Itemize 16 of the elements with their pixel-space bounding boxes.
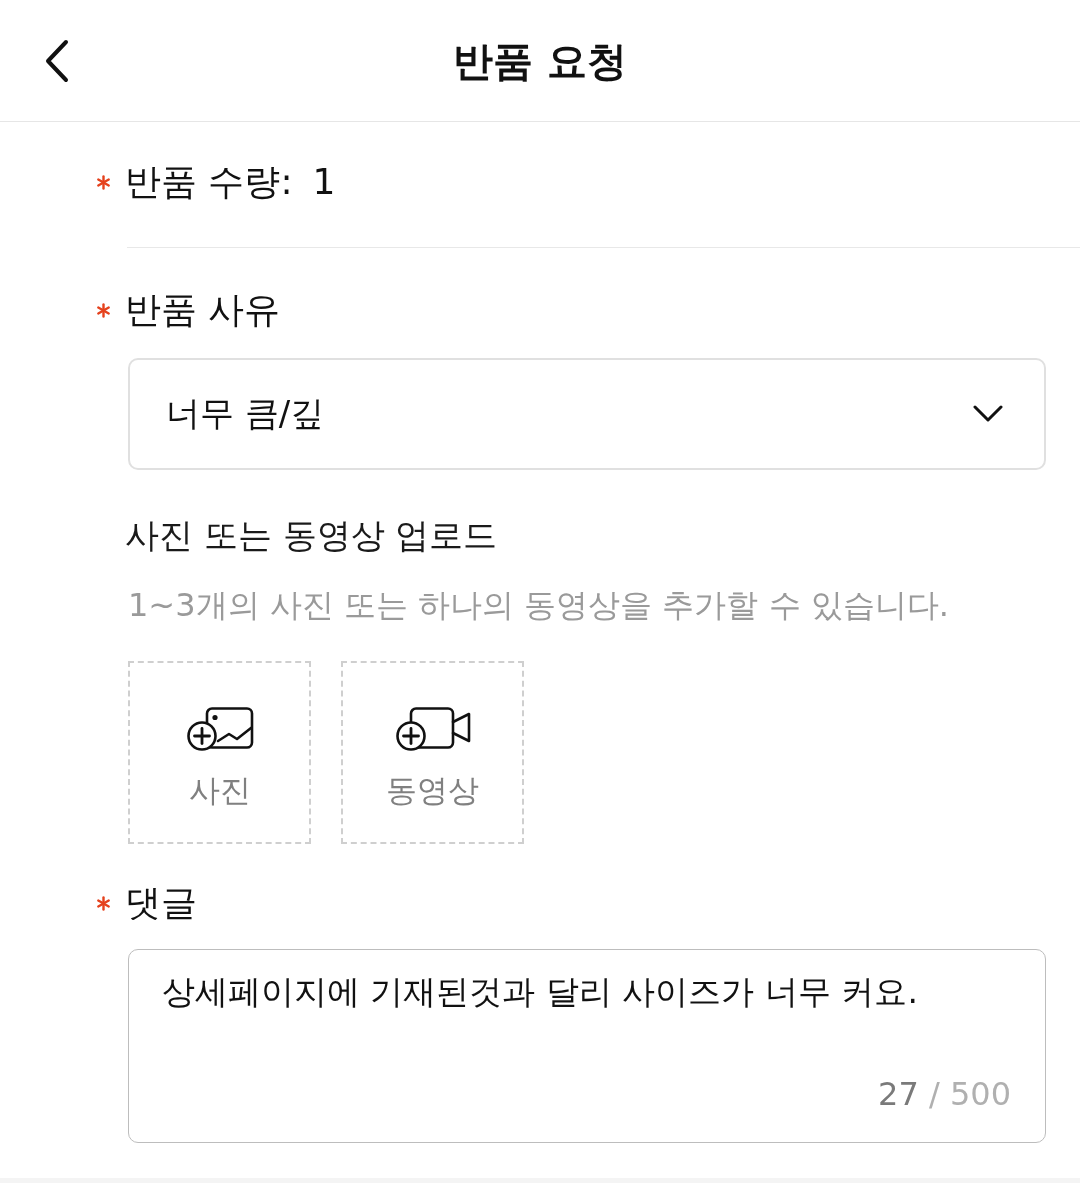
add-photo-button[interactable]: 사진 (128, 661, 311, 844)
reason-label: 반품 사유 (125, 288, 281, 332)
add-video-button[interactable]: 동영상 (341, 661, 524, 844)
quantity-label: 반품 수량: (125, 160, 293, 204)
page-title: 반품 요청 (453, 36, 627, 86)
video-camera-plus-icon (394, 707, 471, 751)
chevron-down-icon (973, 405, 1003, 423)
quantity-value: 1 (312, 160, 336, 204)
upload-title: 사진 또는 동영상 업로드 (125, 514, 498, 557)
character-counter: 27 / 500 (878, 1074, 1011, 1114)
comment-field[interactable]: 상세페이지에 기재된것과 달리 사이즈가 너무 커요. 27 / 500 (128, 949, 1046, 1143)
comment-label: 댓글 (125, 881, 197, 925)
reason-select[interactable]: 너무 큼/깊 (128, 358, 1046, 470)
back-icon[interactable] (44, 38, 70, 83)
upload-hint: 1~3개의 사진 또는 하나의 동영상을 추가할 수 있습니다. (128, 585, 949, 626)
photo-plus-icon (185, 707, 254, 751)
